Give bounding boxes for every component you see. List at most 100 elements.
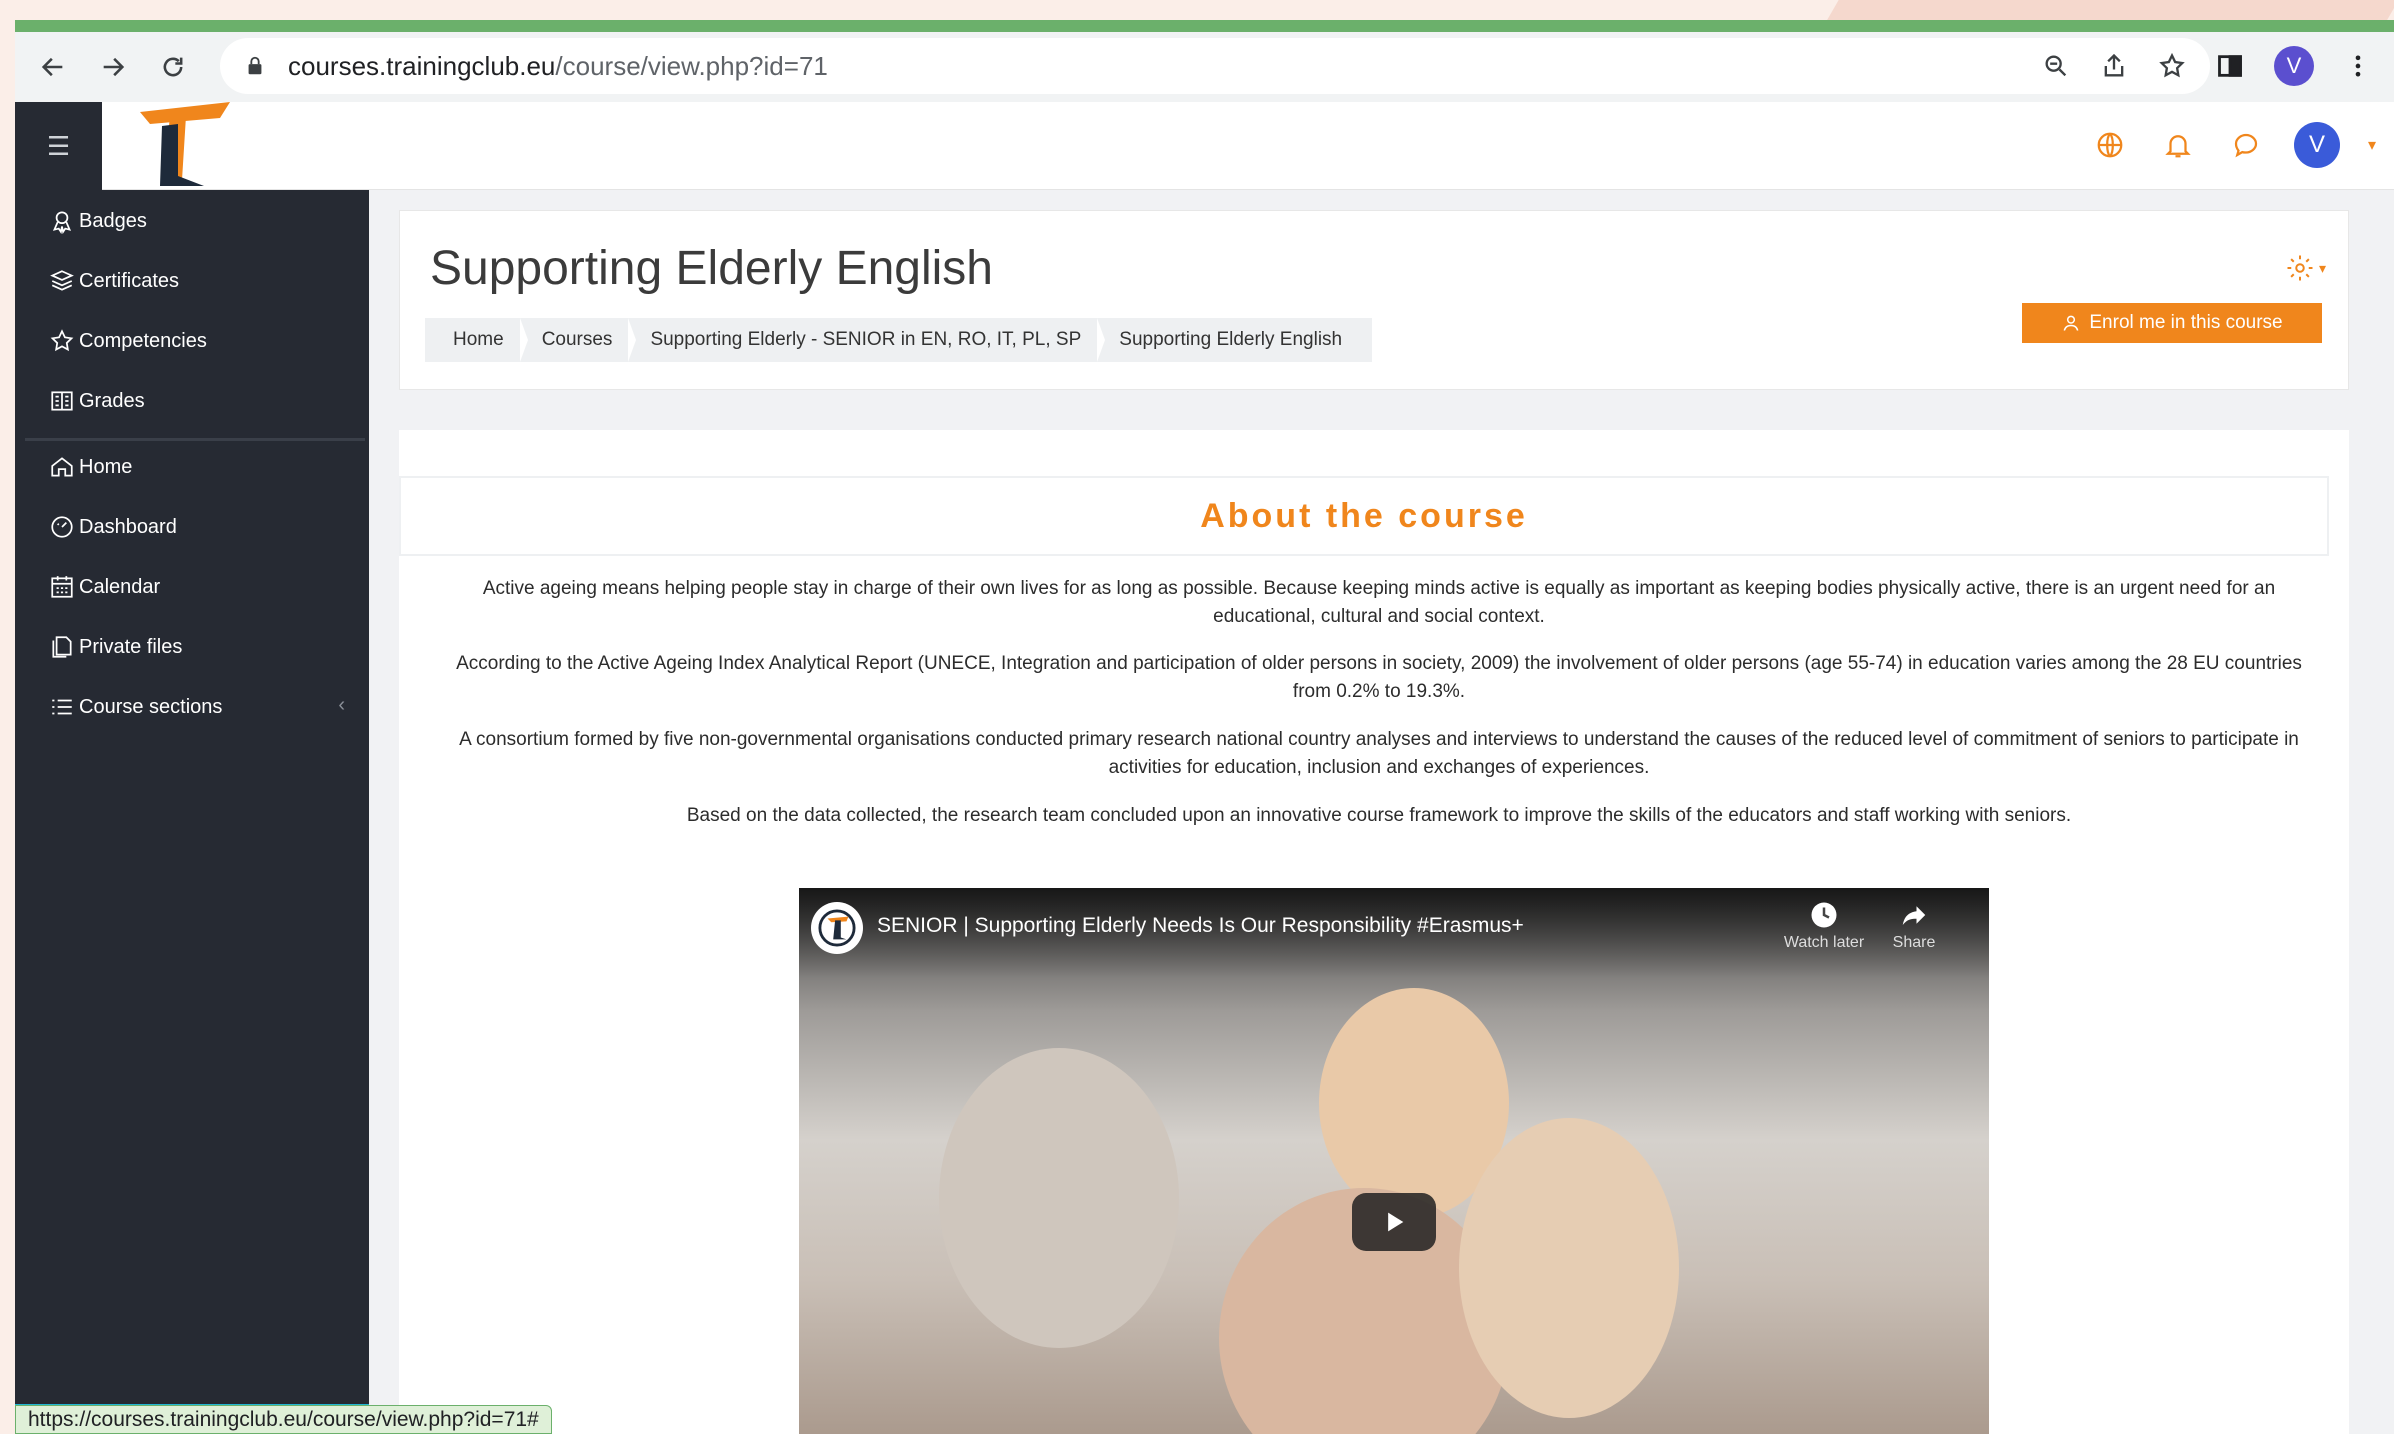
arrow-left-icon <box>41 57 63 77</box>
share-arrow-icon <box>1902 906 1926 925</box>
sidebar-item-label: Dashboard <box>79 515 177 538</box>
watch-later-button[interactable]: Watch later <box>1779 900 1869 952</box>
user-avatar[interactable]: V <box>2293 122 2340 168</box>
reload-icon <box>163 57 183 77</box>
share-video-button[interactable]: Share <box>1869 900 1959 952</box>
lock-icon <box>248 56 262 75</box>
user-menu-caret-icon[interactable]: ▾ <box>2368 135 2376 155</box>
breadcrumb-item-category[interactable]: Supporting Elderly - SENIOR in EN, RO, I… <box>632 318 1106 362</box>
sidebar-item-home[interactable]: Home <box>49 454 132 480</box>
enrol-button-label: Enrol me in this course <box>2089 312 2283 333</box>
hamburger-icon: ☰ <box>46 130 71 161</box>
drawer-toggle[interactable]: ☰ <box>15 102 102 190</box>
sidebar-item-grades[interactable]: Grades <box>49 388 145 414</box>
video-title[interactable]: SENIOR | Supporting Elderly Needs Is Our… <box>877 914 1524 938</box>
summary-paragraph: According to the Active Ageing Index Ana… <box>456 653 2302 702</box>
breadcrumb-item-home[interactable]: Home <box>435 318 528 362</box>
back-button[interactable] <box>31 45 75 89</box>
sidebar-item-label: Certificates <box>79 269 180 292</box>
status-bar-url: https://courses.trainingclub.eu/course/v… <box>15 1405 552 1434</box>
course-settings-menu[interactable]: ▾ <box>2285 253 2326 283</box>
badge-icon <box>52 211 72 234</box>
summary-paragraph: Based on the data collected, the researc… <box>686 805 2072 826</box>
caret-down-icon: ▾ <box>2318 259 2326 276</box>
notifications-button[interactable] <box>2158 125 2198 165</box>
sidebar-item-dashboard[interactable]: Dashboard <box>49 514 177 540</box>
page-header: Supporting Elderly English Home Courses … <box>399 210 2349 390</box>
site-navbar: ☰ V ▾ <box>15 102 2394 190</box>
share-icon <box>2104 53 2124 77</box>
browser-menu-button[interactable] <box>2338 46 2378 86</box>
sidebar-item-badges[interactable]: Badges <box>49 208 147 234</box>
course-summary: About the course Active ageing means hel… <box>399 430 2349 1434</box>
sidebar-divider <box>25 438 365 441</box>
user-icon <box>2063 315 2079 331</box>
page-content: Supporting Elderly English Home Courses … <box>369 190 2394 1434</box>
chevron-left-icon[interactable]: ‹ <box>338 694 345 717</box>
summary-paragraph: Active ageing means helping people stay … <box>482 578 2276 627</box>
browser-window: courses.trainingclub.eu/course/view.php?… <box>15 20 2394 1434</box>
star-icon <box>50 329 74 352</box>
arrow-right-icon <box>103 57 125 77</box>
tab-strip <box>15 20 2394 32</box>
play-icon <box>1388 1212 1404 1232</box>
video-thumbnail-figure <box>1459 1118 1679 1418</box>
breadcrumb-item-courses[interactable]: Courses <box>524 318 637 362</box>
bell-icon <box>2165 135 2191 158</box>
sidebar-item-private-files[interactable]: Private files <box>49 634 182 660</box>
certificate-icon <box>50 270 74 291</box>
more-vert-icon <box>2355 55 2361 77</box>
summary-paragraph: A consortium formed by five non-governme… <box>459 729 2299 778</box>
calendar-icon <box>51 576 73 598</box>
nav-drawer: Badges Certificates Competencies Grades … <box>15 190 369 1434</box>
channel-logo[interactable] <box>811 902 863 954</box>
sidebar-item-competencies[interactable]: Competencies <box>49 328 207 354</box>
watch-later-label: Watch later <box>1783 934 1865 951</box>
url-path: /course/view.php?id=71 <box>555 50 828 81</box>
video-thumbnail-figure <box>939 1048 1179 1348</box>
breadcrumb: Home Courses Supporting Elderly - SENIOR… <box>425 318 1373 362</box>
enrol-button[interactable]: Enrol me in this course <box>2022 303 2322 343</box>
forward-button[interactable] <box>91 45 135 89</box>
page-title: Supporting Elderly English <box>430 242 993 295</box>
bookmark-button[interactable] <box>2154 48 2190 84</box>
about-heading-box: About the course <box>399 476 2329 556</box>
globe-icon <box>2097 132 2123 158</box>
side-panel-icon <box>2218 55 2242 77</box>
sidebar-item-label: Badges <box>79 209 147 232</box>
breadcrumb-item-current[interactable]: Supporting Elderly English <box>1101 318 1362 362</box>
dashboard-icon <box>51 516 73 538</box>
clock-icon <box>1811 902 1837 928</box>
language-button[interactable] <box>2090 125 2130 165</box>
grades-icon <box>51 391 73 411</box>
gear-icon <box>2287 255 2313 281</box>
share-label: Share <box>1892 934 1936 951</box>
sidebar-item-label: Course sections <box>79 695 223 718</box>
messages-button[interactable] <box>2226 125 2266 165</box>
side-panel-button[interactable] <box>2210 46 2250 86</box>
url-host: courses.trainingclub.eu <box>288 50 556 81</box>
zoom-button[interactable] <box>2038 48 2074 84</box>
sidebar-item-calendar[interactable]: Calendar <box>49 574 160 600</box>
files-icon <box>52 636 72 658</box>
sidebar-item-label: Private files <box>79 635 183 658</box>
sidebar-item-label: Grades <box>79 389 145 412</box>
address-bar[interactable]: courses.trainingclub.eu/course/view.php?… <box>220 38 2210 94</box>
sidebar-item-label: Calendar <box>79 575 161 598</box>
channel-logo-icon <box>818 909 856 947</box>
chat-bubble-icon <box>2234 133 2258 158</box>
list-icon <box>52 699 72 715</box>
site-logo[interactable] <box>120 102 230 190</box>
sidebar-item-certificates[interactable]: Certificates <box>49 268 179 294</box>
sidebar-item-label: Home <box>79 455 133 478</box>
star-outline-icon <box>2159 52 2185 78</box>
share-page-button[interactable] <box>2096 48 2132 84</box>
browser-toolbar: courses.trainingclub.eu/course/view.php?… <box>15 32 2394 102</box>
video-player[interactable]: SENIOR | Supporting Elderly Needs Is Our… <box>799 888 1989 1434</box>
home-icon <box>51 457 73 477</box>
sidebar-item-course-sections[interactable]: Course sections <box>49 694 345 720</box>
sidebar-item-label: Competencies <box>79 329 207 352</box>
profile-avatar[interactable]: V <box>2274 46 2314 86</box>
play-button[interactable] <box>1352 1193 1436 1251</box>
reload-button[interactable] <box>151 45 195 89</box>
